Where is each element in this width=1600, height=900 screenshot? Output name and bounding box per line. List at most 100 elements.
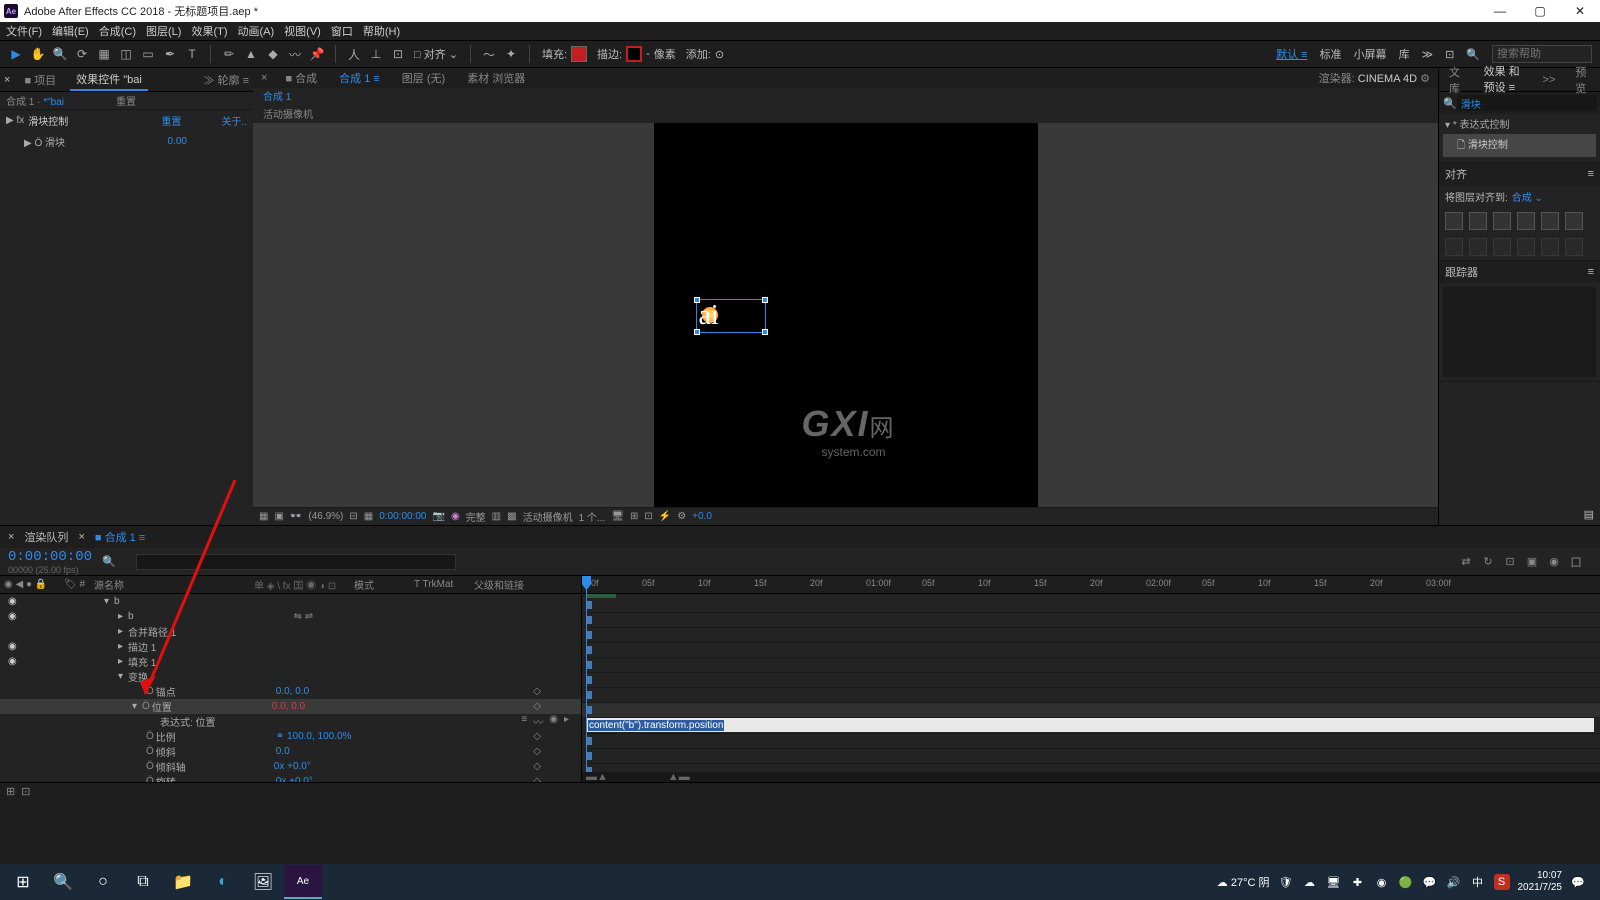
tl-btn-5[interactable]: ◉ <box>1546 554 1562 570</box>
mask-toggle-icon[interactable]: ▣ <box>274 511 283 522</box>
breadcrumb-comp[interactable]: 合成 1 <box>263 88 291 103</box>
menu-view[interactable]: 视图(V) <box>284 23 321 39</box>
timeline-search-input[interactable] <box>136 554 456 570</box>
axis-z-icon[interactable]: ⊡ <box>390 46 406 62</box>
menu-file[interactable]: 文件(F) <box>6 23 42 39</box>
align-bottom-icon[interactable] <box>1565 212 1583 230</box>
tab-footage-browser[interactable]: 素材 浏览器 <box>463 68 529 88</box>
rectangle-tool-icon[interactable]: ▭ <box>140 46 156 62</box>
workspace-standard[interactable]: 标准 <box>1320 46 1342 62</box>
v-icon1[interactable]: 🖥 <box>611 511 624 522</box>
tab-preview[interactable]: 预览 <box>1569 62 1596 98</box>
workspace-default[interactable]: 默认 ≡ <box>1276 46 1307 62</box>
v-icon5[interactable]: ⚙ <box>677 511 686 522</box>
alpha-toggle-icon[interactable]: ▦ <box>259 511 268 522</box>
selected-text-layer[interactable]: ⁣ai <box>696 299 766 333</box>
help-search-input[interactable] <box>1492 45 1592 63</box>
qq-player-icon[interactable]: ◐ <box>204 865 242 899</box>
close-tab-icon[interactable]: × <box>261 72 267 84</box>
system-clock[interactable]: 10:072021/7/25 <box>1518 870 1563 894</box>
align-right-icon[interactable] <box>1493 212 1511 230</box>
tray-ime-icon[interactable]: 中 <box>1470 874 1486 890</box>
track-row[interactable] <box>582 598 1600 613</box>
tab-libraries[interactable]: 文库 <box>1443 62 1470 98</box>
tray-s-icon[interactable]: S <box>1494 874 1510 890</box>
tl-btn-2[interactable]: ↻ <box>1480 554 1496 570</box>
expr-graph-icon[interactable]: 〰 <box>533 714 543 729</box>
menu-edit[interactable]: 编辑(E) <box>52 23 89 39</box>
track-row[interactable] <box>582 658 1600 673</box>
glasses-icon[interactable]: 👓 <box>290 511 302 522</box>
panel-stack-icon[interactable]: ▤ <box>1584 508 1594 521</box>
task-view-icon[interactable]: ⧉ <box>124 865 162 899</box>
layer-row[interactable]: ▾变换 : <box>0 669 581 684</box>
tray-app2-icon[interactable]: 🟢 <box>1398 874 1414 890</box>
tl-btn-1[interactable]: ⇄ <box>1458 554 1474 570</box>
tray-shield-icon[interactable]: 🛡 <box>1278 874 1294 890</box>
prop-rotation[interactable]: Ö旋转0x +0.0°◇ <box>0 774 581 782</box>
channel-icon[interactable]: ◉ <box>451 511 460 522</box>
panel-menu-icon[interactable]: ≫ 轮廓 ≡ <box>203 72 249 88</box>
snapping-toggle[interactable]: □ 对齐 ⌄ <box>414 46 458 62</box>
toggle-switches-icon[interactable]: ⊞ <box>6 785 15 798</box>
v-icon3[interactable]: ⊡ <box>644 511 652 522</box>
timeline-search-icon[interactable]: 🔍 <box>102 555 116 568</box>
effect-slider-control[interactable]: ▶ fx滑块控制 重置 关于.. <box>0 110 253 131</box>
axis-x-icon[interactable]: 人 <box>346 46 362 62</box>
roto-tool-icon[interactable]: 〰 <box>287 46 303 62</box>
track-expression[interactable]: content("b").transform.position <box>582 718 1600 734</box>
menu-effect[interactable]: 效果(T) <box>191 23 227 39</box>
align-hcenter-icon[interactable] <box>1469 212 1487 230</box>
tl-btn-4[interactable]: ▣ <box>1524 554 1540 570</box>
layer-row[interactable]: ▸合并路径 1 <box>0 624 581 639</box>
quality-dropdown[interactable]: 完整 <box>466 509 486 524</box>
prop-anchor[interactable]: Ö锚点0.0, 0.0◇ <box>0 684 581 699</box>
workspace-library[interactable]: 库 <box>1399 46 1410 62</box>
tab-timeline-comp1[interactable]: ■ 合成 1 ≡ <box>95 529 145 545</box>
axis-y-icon[interactable]: ⊥ <box>368 46 384 62</box>
eraser-tool-icon[interactable]: ◆ <box>265 46 281 62</box>
expr-pickwhip-icon[interactable]: ◉ <box>549 714 558 729</box>
track-row[interactable] <box>582 688 1600 703</box>
align-vcenter-icon[interactable] <box>1541 212 1559 230</box>
track-row[interactable] <box>582 734 1600 749</box>
playhead[interactable] <box>586 576 587 782</box>
orbit-tool-icon[interactable]: ⟳ <box>74 46 90 62</box>
tab-layer-none[interactable]: 图层 (无) <box>398 68 449 88</box>
add-menu[interactable]: 添加: ⊙ <box>686 46 724 62</box>
res-toggle-icon[interactable]: ⊟ <box>349 511 357 522</box>
tab-render-queue[interactable]: 渲染队列 <box>24 529 68 545</box>
zoom-tool-icon[interactable]: 🔍 <box>52 46 68 62</box>
tray-volume-icon[interactable]: 🔊 <box>1446 874 1462 890</box>
notifications-icon[interactable]: 💬 <box>1570 874 1586 890</box>
prop-position[interactable]: ▾Ö位置0.0, 0.0◇ <box>0 699 581 714</box>
app-icon[interactable]: 🖼 <box>244 865 282 899</box>
align-top-icon[interactable] <box>1517 212 1535 230</box>
close-tab-icon[interactable]: × <box>4 74 10 86</box>
menu-help[interactable]: 帮助(H) <box>363 23 400 39</box>
expr-enable-icon[interactable]: ≡ <box>521 714 527 729</box>
tab-effect-controls[interactable]: 效果控件 "bai <box>70 69 148 91</box>
camera-tool-icon[interactable]: ▦ <box>96 46 112 62</box>
menu-layer[interactable]: 图层(L) <box>146 23 181 39</box>
expr-lang-icon[interactable]: ▸ <box>564 714 569 729</box>
align-to-dropdown[interactable]: 合成 ⌄ <box>1512 189 1543 204</box>
menu-window[interactable]: 窗口 <box>331 23 353 39</box>
tray-wechat-icon[interactable]: 💬 <box>1422 874 1438 890</box>
hand-tool-icon[interactable]: ✋ <box>30 46 46 62</box>
close-tab-icon[interactable]: × <box>8 531 14 543</box>
tray-app-icon[interactable]: ◉ <box>1374 874 1390 890</box>
taskbar-search-icon[interactable]: 🔍 <box>44 865 82 899</box>
menu-animation[interactable]: 动画(A) <box>238 23 275 39</box>
fill-control[interactable]: 填充: <box>542 46 587 62</box>
effects-search-input[interactable] <box>1457 95 1597 111</box>
layer-row[interactable]: ◉▸描边 1 <box>0 639 581 654</box>
close-tab-icon[interactable]: × <box>78 531 84 543</box>
time-ruler[interactable]: 00f 05f 10f 15f 20f 01:00f 05f 10f 15f 2… <box>582 576 1600 594</box>
bezier-icon[interactable]: 〜 <box>481 46 497 62</box>
current-timecode[interactable]: 0:00:00:00 <box>8 549 92 565</box>
layer-row[interactable]: ◉▸b⇋ ⇌ <box>0 609 581 624</box>
prop-skew[interactable]: Ö倾斜0.0◇ <box>0 744 581 759</box>
track-row[interactable] <box>582 673 1600 688</box>
tab-composition[interactable]: ■ 合成 <box>281 68 321 88</box>
